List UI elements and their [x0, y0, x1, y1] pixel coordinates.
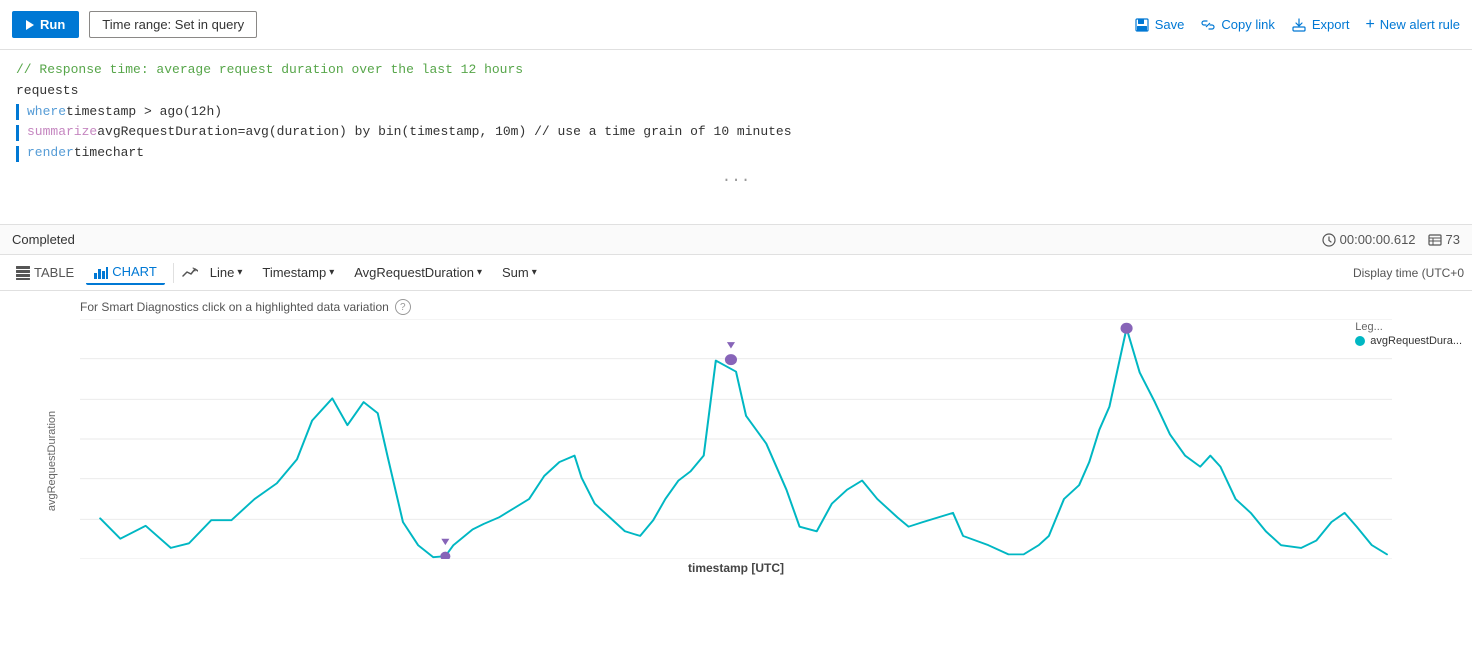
status-bar: Completed 00:00:00.612 73	[0, 225, 1472, 255]
play-icon	[26, 20, 34, 30]
time-range-button[interactable]: Time range: Set in query	[89, 11, 257, 38]
save-button[interactable]: Save	[1134, 17, 1185, 33]
line-indicator	[16, 104, 19, 120]
copy-link-button[interactable]: Copy link	[1200, 17, 1274, 33]
anomaly-dot-peak2	[1121, 323, 1133, 334]
plus-icon: +	[1365, 17, 1374, 33]
export-label: Export	[1312, 17, 1350, 32]
save-icon	[1134, 17, 1150, 33]
run-button[interactable]: Run	[12, 11, 79, 38]
line-chart-icon	[182, 266, 198, 280]
timestamp-dropdown[interactable]: Timestamp ▾	[254, 261, 342, 284]
summarize-expression: avgRequestDuration=avg(duration) by bin(…	[97, 122, 791, 143]
chart-title-text: For Smart Diagnostics click on a highlig…	[80, 300, 389, 314]
query-comment-line: // Response time: average request durati…	[16, 60, 1456, 81]
chart-view-button[interactable]: CHART	[86, 260, 165, 285]
line-chart-svg: 600k 500k 400k 300k 200k 100k 0 06:00 07…	[80, 319, 1392, 559]
new-alert-button[interactable]: + New alert rule	[1365, 17, 1460, 33]
separator	[173, 263, 174, 283]
time-range-label: Time range: Set in query	[102, 17, 244, 32]
legend-dot	[1355, 336, 1365, 346]
chart-area: For Smart Diagnostics click on a highlig…	[0, 291, 1472, 631]
rows-icon: 73	[1428, 232, 1460, 247]
save-label: Save	[1155, 17, 1185, 32]
anomaly-dot-peak1	[725, 354, 737, 365]
query-line1: requests	[16, 81, 1456, 102]
chevron-down-icon3: ▾	[477, 267, 482, 278]
toolbar-right: Save Copy link Export + New alert rule	[1134, 17, 1460, 33]
line-label: Line	[210, 265, 235, 280]
line-indicator2	[16, 125, 19, 141]
status-completed: Completed	[12, 232, 75, 247]
legend-item: avgRequestDura...	[1355, 335, 1462, 347]
table-view-button[interactable]: TABLE	[8, 261, 82, 284]
legend: Leg... avgRequestDura...	[1355, 321, 1462, 347]
chart-toolbar: TABLE CHART Line ▾ Timestamp ▾ AvgReques…	[0, 255, 1472, 291]
render-type: timechart	[74, 143, 144, 164]
clock-icon: 00:00:00.612	[1322, 232, 1416, 247]
export-icon	[1291, 17, 1307, 33]
status-right: 00:00:00.612 73	[1322, 232, 1460, 247]
rows-count: 73	[1446, 232, 1460, 247]
avg-dropdown[interactable]: AvgRequestDuration ▾	[346, 261, 490, 284]
table-label: TABLE	[34, 265, 74, 280]
query-ellipsis: ···	[16, 164, 1456, 198]
chart-icon	[94, 265, 108, 279]
chevron-down-icon2: ▾	[329, 267, 334, 278]
run-label: Run	[40, 17, 65, 32]
anomaly-marker-peak1	[727, 342, 735, 348]
where-keyword: where	[27, 102, 66, 123]
line-dropdown[interactable]: Line ▾	[202, 261, 251, 284]
chevron-down-icon: ▾	[237, 267, 242, 278]
y-axis-label: avgRequestDuration	[46, 411, 58, 511]
table-icon	[16, 266, 30, 280]
x-axis-label: timestamp [UTC]	[80, 561, 1392, 575]
where-condition: timestamp > ago(12h)	[66, 102, 222, 123]
query-line3: summarize avgRequestDuration=avg(duratio…	[16, 122, 1456, 143]
chart-title: For Smart Diagnostics click on a highlig…	[80, 299, 1392, 315]
summarize-keyword: summarize	[27, 122, 97, 143]
copy-link-icon	[1200, 17, 1216, 33]
main-toolbar: Run Time range: Set in query Save Copy l…	[0, 0, 1472, 50]
export-button[interactable]: Export	[1291, 17, 1350, 33]
query-line2: where timestamp > ago(12h)	[16, 102, 1456, 123]
info-icon[interactable]: ?	[395, 299, 411, 315]
query-comment: // Response time: average request durati…	[16, 60, 523, 81]
query-editor[interactable]: // Response time: average request durati…	[0, 50, 1472, 225]
chevron-down-icon4: ▾	[532, 267, 537, 278]
copy-link-label: Copy link	[1221, 17, 1274, 32]
anomaly-marker-min	[441, 539, 449, 545]
display-time: Display time (UTC+0	[1353, 266, 1464, 280]
timestamp-label: Timestamp	[262, 265, 326, 280]
sum-label: Sum	[502, 265, 529, 280]
new-alert-label: New alert rule	[1380, 17, 1460, 32]
avg-label: AvgRequestDuration	[354, 265, 474, 280]
duration-value: 00:00:00.612	[1340, 232, 1416, 247]
line-indicator3	[16, 146, 19, 162]
query-table: requests	[16, 81, 78, 102]
query-line4: render timechart	[16, 143, 1456, 164]
legend-series-label: avgRequestDura...	[1370, 335, 1462, 347]
sum-dropdown[interactable]: Sum ▾	[494, 261, 545, 284]
legend-title: Leg...	[1355, 321, 1462, 333]
chart-line	[100, 328, 1387, 557]
render-keyword: render	[27, 143, 74, 164]
chart-label: CHART	[112, 264, 157, 279]
